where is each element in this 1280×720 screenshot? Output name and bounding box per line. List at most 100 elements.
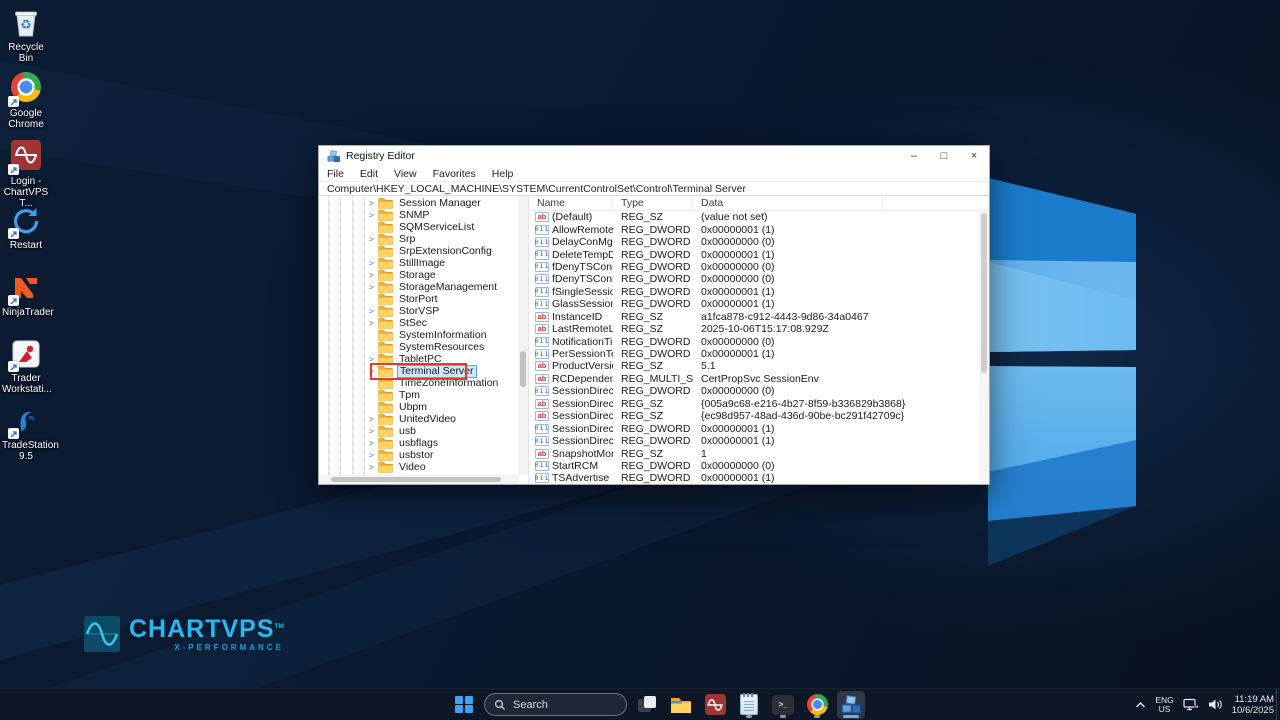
- registry-editor-button[interactable]: [837, 691, 865, 719]
- tree-item-storage[interactable]: > Storage: [319, 269, 528, 281]
- expand-chevron-icon[interactable]: >: [369, 283, 378, 292]
- menu-item-edit[interactable]: Edit: [360, 168, 378, 180]
- registry-value-row[interactable]: 011SessionDirectory...REG_DWORD0x0000000…: [529, 385, 979, 397]
- notepad-button[interactable]: [735, 691, 763, 719]
- expand-chevron-icon[interactable]: >: [369, 259, 378, 268]
- registry-value-row[interactable]: 011DelayConMgrTi...REG_DWORD0x00000000 (…: [529, 236, 979, 248]
- registry-value-row[interactable]: 011DeleteTempDirs...REG_DWORD0x00000001 …: [529, 248, 979, 260]
- registry-value-row[interactable]: 011TSAdvertiseREG_DWORD0x00000001 (1): [529, 472, 979, 484]
- desktop-icon-ninjatrader[interactable]: NinjaTrader: [2, 271, 50, 318]
- desktop-icon-recycle-bin[interactable]: ♻ Recycle Bin: [2, 6, 50, 64]
- column-header-type[interactable]: Type: [613, 196, 693, 210]
- registry-value-row[interactable]: 011PerSessionTemp...REG_DWORD0x00000001 …: [529, 348, 979, 360]
- expand-chevron-icon[interactable]: >: [369, 415, 378, 424]
- registry-value-row[interactable]: abSessionDirectory...REG_SZ{005a9c68-e21…: [529, 398, 979, 410]
- tree-item-usbstor[interactable]: > usbstor: [319, 449, 528, 461]
- registry-value-row[interactable]: ab(Default)REG_SZ(value not set): [529, 211, 979, 223]
- chrome-button[interactable]: [803, 691, 831, 719]
- desktop-icon-restart[interactable]: Restart: [2, 204, 50, 251]
- registry-value-row[interactable]: 011StartRCMREG_DWORD0x00000000 (0): [529, 460, 979, 472]
- tree-item-usb[interactable]: > usb: [319, 425, 528, 437]
- list-vertical-scrollbar[interactable]: [979, 211, 989, 484]
- tree-item-sqmservicelist[interactable]: SQMServiceList: [319, 221, 528, 233]
- network-icon[interactable]: [1183, 698, 1199, 711]
- expand-chevron-icon[interactable]: >: [369, 319, 378, 328]
- scrollbar-thumb[interactable]: [331, 477, 501, 482]
- task-view-button[interactable]: [633, 691, 661, 719]
- menu-item-view[interactable]: View: [394, 168, 417, 180]
- registry-value-row[interactable]: abLastRemoteLog...REG_SZ2025-10-06T15:17…: [529, 323, 979, 335]
- registry-value-row[interactable]: 011SessionDirectory...REG_DWORD0x0000000…: [529, 422, 979, 434]
- registry-value-row[interactable]: 011fSingleSessionP...REG_DWORD0x00000001…: [529, 286, 979, 298]
- registry-tree-pane[interactable]: > Session Manager> SNMP SQMServiceList> …: [319, 196, 529, 484]
- menu-item-file[interactable]: File: [327, 168, 344, 180]
- registry-value-row[interactable]: abInstanceIDREG_SZa1fca878-c912-4443-9d8…: [529, 311, 979, 323]
- tray-chevron-up-icon[interactable]: [1135, 701, 1146, 709]
- tree-item-storport[interactable]: StorPort: [319, 293, 528, 305]
- tree-item-srpextensionconfig[interactable]: SrpExtensionConfig: [319, 245, 528, 257]
- tree-item-ubpm[interactable]: Ubpm: [319, 401, 528, 413]
- desktop-icon-login-chartvps[interactable]: Login - ChartVPS T...: [2, 138, 50, 209]
- scrollbar-thumb[interactable]: [520, 351, 526, 387]
- desktop-icon-tradestation[interactable]: TradeStation 9.5: [2, 404, 50, 462]
- close-button[interactable]: ×: [959, 146, 989, 166]
- expand-chevron-icon[interactable]: >: [369, 451, 378, 460]
- expand-chevron-icon[interactable]: >: [369, 271, 378, 280]
- registry-value-row[interactable]: 011NotificationTim...REG_DWORD0x00000000…: [529, 335, 979, 347]
- tree-item-srp[interactable]: > Srp: [319, 233, 528, 245]
- value-data: 0x00000000 (0): [693, 336, 979, 348]
- expand-chevron-icon[interactable]: >: [369, 463, 378, 472]
- tree-horizontal-scrollbar[interactable]: [319, 475, 518, 484]
- registry-value-row[interactable]: 011AllowRemoteRPCREG_DWORD0x00000001 (1): [529, 223, 979, 235]
- registry-value-row[interactable]: abSessionDirectory...REG_SZ{ec98d957-48a…: [529, 410, 979, 422]
- tree-item-storagemanagement[interactable]: > StorageManagement: [319, 281, 528, 293]
- registry-values-pane[interactable]: Name Type Data ab(Default)REG_SZ(value n…: [529, 196, 989, 484]
- language-indicator[interactable]: ENG US: [1155, 696, 1173, 714]
- expand-chevron-icon[interactable]: >: [369, 307, 378, 316]
- terminal-button[interactable]: >_: [769, 691, 797, 719]
- registry-value-row[interactable]: 011SessionDirectory...REG_DWORD0x0000000…: [529, 435, 979, 447]
- menu-item-favorites[interactable]: Favorites: [433, 168, 476, 180]
- menu-item-help[interactable]: Help: [492, 168, 514, 180]
- column-header-name[interactable]: Name: [529, 196, 613, 210]
- expand-chevron-icon[interactable]: >: [369, 235, 378, 244]
- scrollbar-thumb[interactable]: [981, 213, 987, 373]
- title-bar[interactable]: Registry Editor – □ ×: [319, 146, 989, 166]
- desktop-icon-trader-workstation[interactable]: Trader Workstati...: [2, 337, 50, 395]
- expand-chevron-icon[interactable]: >: [369, 427, 378, 436]
- expand-chevron-icon[interactable]: >: [369, 211, 378, 220]
- registry-value-row[interactable]: 011fDenyTSConnec...REG_DWORD0x00000000 (…: [529, 273, 979, 285]
- maximize-button[interactable]: □: [929, 146, 959, 166]
- file-explorer-button[interactable]: [667, 691, 695, 719]
- registry-value-row[interactable]: abProductVersionREG_SZ5.1: [529, 360, 979, 372]
- start-button[interactable]: [450, 691, 478, 719]
- search-box[interactable]: Search: [484, 693, 627, 716]
- tree-item-video[interactable]: > Video: [319, 461, 528, 473]
- tree-item-unitedvideo[interactable]: > UnitedVideo: [319, 413, 528, 425]
- chartvps-app-button[interactable]: [701, 691, 729, 719]
- minimize-button[interactable]: –: [899, 146, 929, 166]
- registry-value-row[interactable]: 011GlassSessionIdREG_DWORD0x00000001 (1): [529, 298, 979, 310]
- tree-item-snmp[interactable]: > SNMP: [319, 209, 528, 221]
- address-bar[interactable]: Computer\HKEY_LOCAL_MACHINE\SYSTEM\Curre…: [319, 182, 989, 196]
- volume-icon[interactable]: [1208, 698, 1223, 711]
- tree-item-systemresources[interactable]: SystemResources: [319, 341, 528, 353]
- tree-item-stsec[interactable]: > StSec: [319, 317, 528, 329]
- tree-item-tpm[interactable]: Tpm: [319, 389, 528, 401]
- tree-item-session-manager[interactable]: > Session Manager: [319, 197, 528, 209]
- tree-vertical-scrollbar[interactable]: [518, 196, 528, 475]
- tree-item-systeminformation[interactable]: SystemInformation: [319, 329, 528, 341]
- expand-chevron-icon[interactable]: >: [369, 439, 378, 448]
- column-header-data[interactable]: Data: [693, 196, 883, 210]
- registry-value-row[interactable]: abSnapshotMonit...REG_SZ1: [529, 447, 979, 459]
- tree-item-usbflags[interactable]: > usbflags: [319, 437, 528, 449]
- tree-item-storvsp[interactable]: > StorVSP: [319, 305, 528, 317]
- expand-chevron-icon[interactable]: >: [369, 199, 378, 208]
- registry-value-row[interactable]: abRCDependentSe...REG_MULTI_SZCertPropSv…: [529, 373, 979, 385]
- desktop-icon-google-chrome[interactable]: Google Chrome: [2, 70, 50, 130]
- clock[interactable]: 11:19 AM 10/6/2025: [1232, 694, 1274, 716]
- show-desktop-button[interactable]: [1276, 689, 1280, 720]
- registry-value-row[interactable]: 011fDenyTSConnec...REG_DWORD0x00000000 (…: [529, 261, 979, 273]
- tree-item-stillimage[interactable]: > StillImage: [319, 257, 528, 269]
- folder-icon: [378, 233, 393, 245]
